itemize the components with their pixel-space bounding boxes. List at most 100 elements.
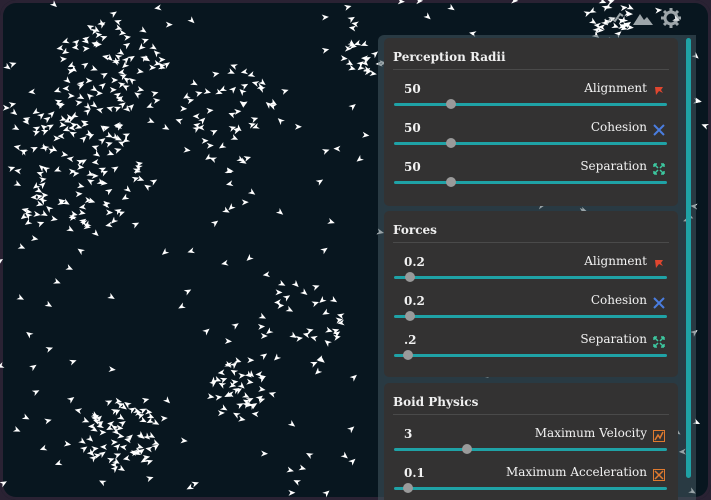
boid [59,56,67,63]
panel-scrollbar[interactable] [686,38,691,478]
boid [9,108,18,116]
slider-thumb[interactable] [445,138,456,148]
boid [99,480,107,487]
boid [225,180,234,187]
boid [123,34,131,41]
boid [397,0,405,5]
boid [333,145,341,152]
mountain-icon[interactable] [631,8,655,28]
boid [91,145,100,152]
boid [31,390,40,397]
slider-thumb[interactable] [402,350,413,360]
boid [321,149,330,155]
slider-value: 0.2 [404,255,425,269]
boid [247,188,256,195]
boid [99,429,107,436]
boid [141,397,150,404]
boid [56,44,64,51]
boid [356,154,364,162]
forces-section: Forces 0.2 Alignment 0.2 Cohesion .2 Separati… [384,211,678,377]
boid [54,459,63,466]
boid [239,101,248,108]
slider-thumb[interactable] [445,177,456,187]
boid [118,420,126,428]
boid [209,157,218,164]
boid [134,92,142,99]
boid [85,77,93,84]
boid [275,289,283,296]
boid [12,426,21,432]
boid [320,247,328,255]
boid [62,37,70,44]
slider-thumb[interactable] [405,272,416,282]
boid [165,21,173,28]
boid [291,280,299,288]
alignment-icon [653,255,665,268]
boid [153,50,161,58]
boid [347,16,355,24]
slider-value: 0.2 [404,294,425,308]
slider-track[interactable] [394,448,667,451]
boid [129,77,137,85]
boid [239,88,247,96]
slider-thumb[interactable] [445,99,456,109]
boid [40,209,48,216]
boid [160,415,168,422]
boid [348,103,356,111]
slider-track[interactable] [394,181,667,184]
slider-thumb[interactable] [461,444,472,454]
boid [109,11,117,18]
boid [145,476,154,483]
slider-track[interactable] [394,354,667,357]
boid [310,335,318,342]
slider-track[interactable] [394,487,667,490]
chart-icon[interactable] [603,8,627,28]
boid [230,64,238,70]
boid [127,55,135,63]
acceleration-icon [653,466,665,481]
boid [74,408,83,415]
slider-track[interactable] [394,276,667,279]
boid [21,413,30,420]
boid [238,415,246,422]
boid [161,123,170,130]
boid [423,12,431,20]
boid [85,434,94,442]
boid [360,40,369,46]
slider-track[interactable] [394,315,667,318]
boid [277,118,285,126]
boid [294,123,302,130]
boid [295,335,303,342]
boid [149,43,157,50]
boid [348,458,356,466]
boid [282,295,291,302]
boid [275,207,284,215]
boid [243,156,252,162]
slider-thumb[interactable] [405,311,416,321]
boid [136,67,144,74]
boid [91,158,100,165]
slider-track[interactable] [394,103,667,106]
slider-thumb[interactable] [402,483,413,493]
boid [139,26,147,33]
boid [217,410,225,417]
boid [234,108,242,115]
boid [81,416,90,423]
boid [285,305,294,312]
boid [205,153,213,160]
separation-icon [653,333,665,348]
slider-value: .2 [404,333,417,347]
boid [606,0,615,6]
cohesion-icon [653,121,665,136]
boid [36,221,45,228]
slider-track[interactable] [394,142,667,145]
boid [122,454,131,461]
boid [63,76,71,84]
gear-icon[interactable] [659,8,683,28]
slider-row-cohesion: 50 Cohesion [393,109,669,148]
boid [349,374,357,382]
boid [44,418,52,425]
boid [154,4,162,11]
slider-label: Separation [580,159,647,173]
boid [19,149,27,156]
